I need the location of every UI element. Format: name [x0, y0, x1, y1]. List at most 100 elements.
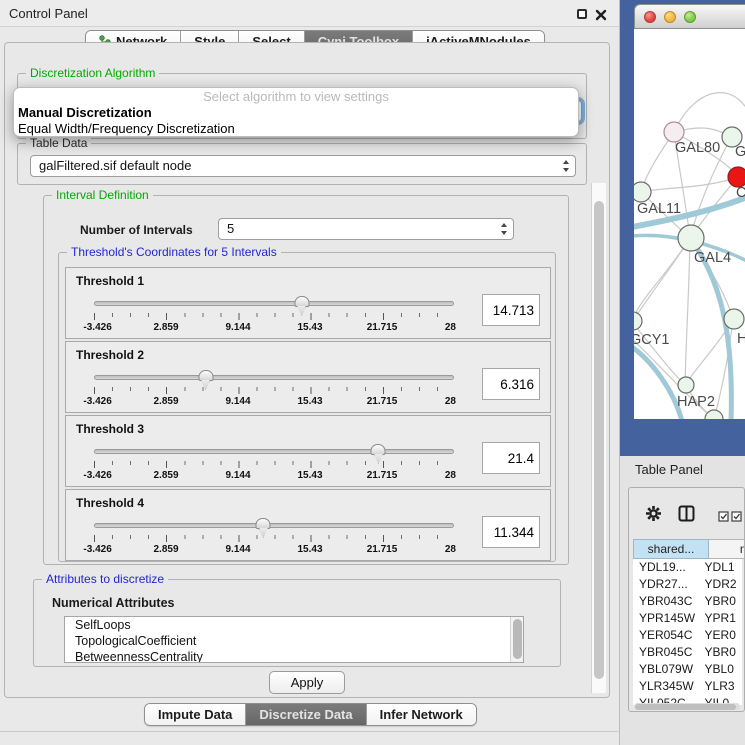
- scale-label: -3.426: [83, 470, 111, 481]
- threshold-4-panel: Threshold 4 -3.426 2.859 9.144 15.43 21.…: [65, 489, 551, 561]
- scale-label: 28: [445, 470, 456, 481]
- minimize-traffic-light-icon[interactable]: [664, 11, 676, 23]
- number-of-intervals-combobox[interactable]: 5: [218, 218, 514, 240]
- table-settings-gear-icon[interactable]: [645, 505, 662, 527]
- table-row[interactable]: YDL19...YDL1: [633, 559, 742, 576]
- close-traffic-light-icon[interactable]: [644, 11, 656, 23]
- dropdown-option-equal-width[interactable]: Equal Width/Frequency Discretization: [18, 121, 574, 137]
- node-gcy1[interactable]: [634, 312, 642, 330]
- control-panel-titlebar: Control Panel: [0, 0, 619, 27]
- dropdown-hint: Select algorithm to view settings: [18, 89, 574, 105]
- slider-thumb[interactable]: [294, 296, 309, 314]
- node-gal80[interactable]: [664, 122, 684, 142]
- scale-label: 2.859: [153, 544, 178, 555]
- group-title: Interval Definition: [52, 188, 153, 202]
- threshold-2-panel: Threshold 2 -3.426 2.859 9.144 15.43 21.…: [65, 341, 551, 413]
- table-row[interactable]: YER054CYER0: [633, 627, 742, 644]
- table-row[interactable]: YDR27...YDR2: [633, 576, 742, 593]
- node-label-gal11: GAL11: [637, 201, 681, 217]
- threshold-label: Threshold 3: [76, 422, 144, 436]
- threshold-2-value-field[interactable]: [482, 368, 540, 400]
- table-row[interactable]: YPR145WYPR1: [633, 610, 742, 627]
- tab-infer-network[interactable]: Infer Network: [366, 704, 476, 725]
- scale-label: 9.144: [225, 544, 250, 555]
- panel-scrollbar[interactable]: [591, 183, 606, 693]
- scale-label: 2.859: [153, 322, 178, 333]
- slider-track[interactable]: [94, 301, 454, 306]
- node-label-partial: C: [736, 185, 745, 201]
- group-title: Table Data: [26, 136, 91, 150]
- table-row[interactable]: YBR045CYBR0: [633, 644, 742, 661]
- node-selected-red[interactable]: [728, 167, 745, 187]
- float-window-icon[interactable]: [577, 9, 587, 19]
- list-item[interactable]: BetweennessCentrality: [65, 649, 523, 663]
- slider-scale-labels: -3.426 2.859 9.144 15.43 21.715 28: [94, 544, 454, 556]
- column-header-name[interactable]: na: [709, 539, 745, 559]
- slider-track[interactable]: [94, 375, 454, 380]
- slider-ticks: [94, 313, 455, 320]
- table-data-combobox[interactable]: galFiltered.sif default node: [30, 155, 576, 177]
- threshold-2-slider[interactable]: -3.426 2.859 9.144 15.43 21.715 28: [94, 370, 454, 410]
- slider-track[interactable]: [94, 449, 454, 454]
- scrollbar-thumb[interactable]: [594, 201, 604, 679]
- group-title: Attributes to discretize: [42, 572, 168, 586]
- node-gal4[interactable]: [678, 225, 704, 251]
- deselect-checkbox-icon[interactable]: [731, 509, 742, 527]
- column-selector-icon[interactable]: [678, 505, 695, 527]
- scrollbar-thumb[interactable]: [635, 704, 736, 710]
- attributes-group: Attributes to discretize Numerical Attri…: [33, 579, 561, 667]
- table-header-row: shared... na: [633, 539, 745, 559]
- list-scrollbar[interactable]: [510, 617, 523, 662]
- numerical-attributes-label: Numerical Attributes: [52, 596, 174, 610]
- network-window-titlebar[interactable]: [634, 4, 745, 29]
- scale-label: 15.43: [297, 544, 322, 555]
- panel-title: Control Panel: [9, 6, 88, 21]
- scale-label: 28: [445, 396, 456, 407]
- list-item[interactable]: TopologicalCoefficient: [65, 633, 523, 649]
- slider-scale-labels: -3.426 2.859 9.144 15.43 21.715 28: [94, 322, 454, 334]
- node-hap2[interactable]: [678, 377, 694, 393]
- table-row[interactable]: YBR043CYBR0: [633, 593, 742, 610]
- tab-impute-data[interactable]: Impute Data: [145, 704, 245, 725]
- slider-thumb[interactable]: [256, 518, 271, 536]
- node-h[interactable]: [724, 309, 744, 329]
- node-partial-bottom[interactable]: [705, 410, 723, 419]
- list-item[interactable]: SelfLoops: [65, 617, 523, 633]
- slider-thumb[interactable]: [371, 444, 386, 462]
- table-row[interactable]: YBL079WYBL0: [633, 661, 742, 678]
- table-horizontal-scrollbar[interactable]: [634, 703, 740, 710]
- slider-thumb[interactable]: [198, 370, 213, 388]
- threshold-3-slider[interactable]: -3.426 2.859 9.144 15.43 21.715 28: [94, 444, 454, 484]
- close-icon[interactable]: [595, 8, 607, 20]
- threshold-3-value-field[interactable]: [482, 442, 540, 474]
- node-label-partial: H: [737, 331, 745, 347]
- apply-button[interactable]: Apply: [269, 671, 345, 694]
- dropdown-option-manual[interactable]: Manual Discretization: [18, 105, 574, 121]
- threshold-1-slider[interactable]: -3.426 2.859 9.144 15.43 21.715 28: [94, 296, 454, 336]
- bottom-tab-bar: Impute Data Discretize Data Infer Networ…: [144, 703, 477, 726]
- tab-discretize-data[interactable]: Discretize Data: [245, 704, 365, 725]
- threshold-4-slider[interactable]: -3.426 2.859 9.144 15.43 21.715 28: [94, 518, 454, 558]
- zoom-traffic-light-icon[interactable]: [684, 11, 696, 23]
- column-header-shared-name[interactable]: shared...: [633, 539, 709, 559]
- scale-label: 28: [445, 322, 456, 333]
- network-view-canvas[interactable]: GAL80 GA C GAL11 GAL4 GCY1 H HAP2: [634, 29, 745, 419]
- numerical-attributes-list[interactable]: SelfLoops TopologicalCoefficient Between…: [64, 616, 524, 663]
- node-gal11[interactable]: [634, 182, 651, 202]
- thresholds-group: Threshold's Coordinates for 5 Intervals …: [58, 252, 556, 562]
- node-table: shared... na YDL19...YDL1 YDR27...YDR2 Y…: [628, 487, 745, 712]
- threshold-4-value-field[interactable]: [482, 516, 540, 548]
- threshold-1-panel: Threshold 1 -3.426 2.859 9.144 15.43 21.…: [65, 267, 551, 339]
- slider-track[interactable]: [94, 523, 454, 528]
- group-title: Discretization Algorithm: [26, 66, 159, 80]
- select-all-checkbox-icon[interactable]: [718, 509, 729, 527]
- node-label-gal80: GAL80: [675, 140, 720, 156]
- scale-label: -3.426: [83, 396, 111, 407]
- scale-label: 9.144: [225, 322, 250, 333]
- divider: [0, 731, 620, 732]
- scale-label: 21.715: [367, 470, 398, 481]
- threshold-3-panel: Threshold 3 -3.426 2.859 9.144 15.43 21.…: [65, 415, 551, 487]
- threshold-1-value-field[interactable]: [482, 294, 540, 326]
- table-row[interactable]: YLR345WYLR3: [633, 678, 742, 695]
- algorithm-dropdown-popup: Select algorithm to view settings Manual…: [13, 87, 579, 137]
